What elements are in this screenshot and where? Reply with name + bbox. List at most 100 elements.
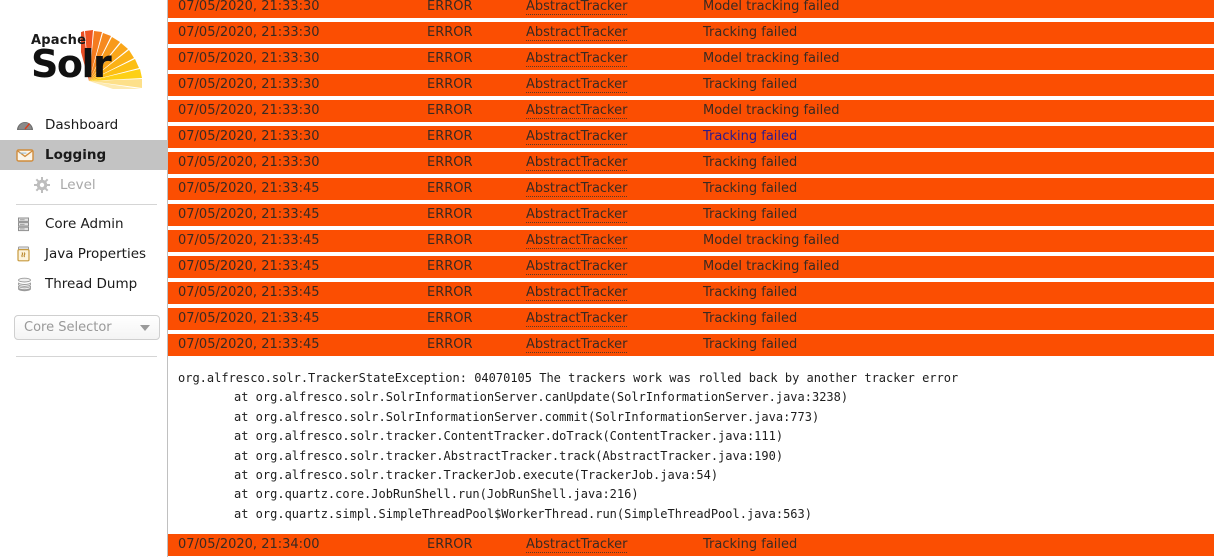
stack-trace-line: at org.alfresco.solr.tracker.AbstractTra… xyxy=(234,448,784,463)
log-level: ERROR xyxy=(427,207,473,222)
stack-trace-line: at org.quartz.simpl.SimpleThreadPool$Wor… xyxy=(234,506,812,521)
log-timestamp: 07/05/2020, 21:33:45 xyxy=(178,207,320,222)
log-row[interactable]: 07/05/2020, 21:33:30 ERROR AbstractTracker… xyxy=(168,74,1214,96)
log-logger-link[interactable]: AbstractTracker xyxy=(526,51,628,67)
sidebar: Apache Solr Dashboard Logging Level Core… xyxy=(0,0,168,557)
logo-solr-text: Solr xyxy=(31,42,112,86)
log-level: ERROR xyxy=(427,537,473,553)
log-row[interactable]: 07/05/2020, 21:33:30 ERROR AbstractTracker… xyxy=(168,100,1214,122)
layers-icon xyxy=(16,275,38,293)
log-logger-link[interactable]: AbstractTracker xyxy=(526,233,628,249)
sidebar-item-dashboard[interactable]: Dashboard xyxy=(0,110,167,140)
log-message[interactable]: Tracking failed xyxy=(703,207,797,222)
log-row[interactable]: 07/05/2020, 21:33:30 ERROR AbstractTracker… xyxy=(168,22,1214,44)
sidebar-item-label: Thread Dump xyxy=(45,276,138,292)
log-message[interactable]: Tracking failed xyxy=(703,337,797,352)
sidebar-item-thread-dump[interactable]: Thread Dump xyxy=(0,269,167,299)
sidebar-item-java-properties[interactable]: Java Properties xyxy=(0,239,167,269)
log-level: ERROR xyxy=(427,181,473,196)
stack-trace-line: at org.alfresco.solr.tracker.TrackerJob.… xyxy=(234,468,719,483)
log-logger-link[interactable]: AbstractTracker xyxy=(526,285,628,301)
log-timestamp: 07/05/2020, 21:33:45 xyxy=(178,311,320,326)
log-row[interactable]: 07/05/2020, 21:33:45 ERROR AbstractTracker… xyxy=(168,282,1214,304)
log-timestamp: 07/05/2020, 21:33:30 xyxy=(178,77,320,92)
log-timestamp: 07/05/2020, 21:34:00 xyxy=(178,537,320,553)
log-row[interactable]: 07/05/2020, 21:33:45 ERROR AbstractTracker… xyxy=(168,308,1214,330)
log-message[interactable]: Model tracking failed xyxy=(703,259,840,274)
log-message[interactable]: Tracking failed xyxy=(703,77,797,92)
log-row[interactable]: 07/05/2020, 21:33:30 ERROR AbstractTracker… xyxy=(168,152,1214,174)
sidebar-item-logging[interactable]: Logging xyxy=(0,140,167,170)
sidebar-bottom-divider xyxy=(16,356,157,357)
log-timestamp: 07/05/2020, 21:33:30 xyxy=(178,129,320,144)
log-level: ERROR xyxy=(427,337,473,352)
log-timestamp: 07/05/2020, 21:33:30 xyxy=(178,155,320,170)
chevron-down-icon xyxy=(140,324,150,331)
log-message[interactable]: Tracking failed xyxy=(703,129,797,144)
log-level: ERROR xyxy=(427,103,473,118)
log-row[interactable]: 07/05/2020, 21:33:45 ERROR AbstractTracker… xyxy=(168,204,1214,226)
log-message[interactable]: Tracking failed xyxy=(703,311,797,326)
core-selector-dropdown[interactable]: Core Selector xyxy=(14,315,160,340)
log-logger-link[interactable]: AbstractTracker xyxy=(526,311,628,327)
sidebar-item-level[interactable]: Level xyxy=(0,170,167,200)
log-timestamp: 07/05/2020, 21:33:45 xyxy=(178,181,320,196)
log-logger-link[interactable]: AbstractTracker xyxy=(526,181,628,197)
log-logger-link[interactable]: AbstractTracker xyxy=(526,259,628,275)
log-message[interactable]: Tracking failed xyxy=(703,537,797,552)
stack-trace: org.alfresco.solr.TrackerStateException:… xyxy=(168,360,1214,535)
log-message[interactable]: Model tracking failed xyxy=(703,0,840,14)
gear-icon xyxy=(34,176,54,194)
sidebar-item-label: Java Properties xyxy=(45,246,147,262)
database-icon xyxy=(16,215,38,233)
log-level: ERROR xyxy=(427,311,473,326)
sidebar-item-label: Dashboard xyxy=(45,117,119,133)
speedometer-icon xyxy=(16,116,38,134)
log-logger-link[interactable]: AbstractTracker xyxy=(526,129,628,145)
log-row[interactable]: 07/05/2020, 21:33:45 ERROR AbstractTracker… xyxy=(168,256,1214,278)
log-row[interactable]: 07/05/2020, 21:33:45 ERROR AbstractTracker… xyxy=(168,230,1214,252)
java-jar-icon xyxy=(16,245,38,263)
solr-logo[interactable]: Apache Solr xyxy=(0,0,167,110)
log-timestamp: 07/05/2020, 21:33:30 xyxy=(178,51,320,66)
log-logger-link[interactable]: AbstractTracker xyxy=(526,77,628,93)
log-message[interactable]: Model tracking failed xyxy=(703,103,840,118)
log-entry-list: 07/05/2020, 21:33:30 ERROR AbstractTracker… xyxy=(168,0,1214,557)
log-logger-link[interactable]: AbstractTracker xyxy=(526,337,628,353)
sidebar-item-core-admin[interactable]: Core Admin xyxy=(0,209,167,239)
log-logger-link[interactable]: AbstractTracker xyxy=(526,155,628,171)
log-message[interactable]: Tracking failed xyxy=(703,181,797,196)
log-level: ERROR xyxy=(427,25,473,40)
log-row[interactable]: 07/05/2020, 21:33:30 ERROR AbstractTracker… xyxy=(168,0,1214,18)
log-row[interactable]: 07/05/2020, 21:34:00 ERROR AbstractTracker… xyxy=(168,534,1214,557)
log-message[interactable]: Tracking failed xyxy=(703,285,797,300)
logging-content: 07/05/2020, 21:33:30 ERROR AbstractTracker… xyxy=(168,0,1214,557)
log-message[interactable]: Tracking failed xyxy=(703,155,797,170)
log-row[interactable]: 07/05/2020, 21:33:30 ERROR AbstractTracker… xyxy=(168,48,1214,70)
stack-trace-line: at org.alfresco.solr.SolrInformationServ… xyxy=(234,409,820,424)
log-timestamp: 07/05/2020, 21:33:30 xyxy=(178,25,320,40)
log-logger-link[interactable]: AbstractTracker xyxy=(526,25,628,41)
sidebar-item-label: Level xyxy=(60,177,96,193)
stack-trace-line: at org.quartz.core.JobRunShell.run(JobRu… xyxy=(234,487,639,502)
log-row[interactable]: 07/05/2020, 21:33:45 ERROR AbstractTracker… xyxy=(168,178,1214,200)
stack-trace-line: at org.alfresco.solr.tracker.ContentTrac… xyxy=(234,429,784,444)
log-message[interactable]: Model tracking failed xyxy=(703,233,840,248)
sidebar-divider xyxy=(16,204,157,205)
core-selector-label: Core Selector xyxy=(24,320,112,335)
log-logger-link[interactable]: AbstractTracker xyxy=(526,537,628,554)
sidebar-item-label: Core Admin xyxy=(45,216,124,232)
log-timestamp: 07/05/2020, 21:33:45 xyxy=(178,259,320,274)
log-logger-link[interactable]: AbstractTracker xyxy=(526,207,628,223)
log-row[interactable]: 07/05/2020, 21:33:45 ERROR AbstractTracker… xyxy=(168,334,1214,356)
sidebar-item-label: Logging xyxy=(45,147,107,163)
stack-trace-line: org.alfresco.solr.TrackerStateException:… xyxy=(178,371,959,385)
solr-admin-page: Apache Solr Dashboard Logging Level Core… xyxy=(0,0,1214,557)
log-timestamp: 07/05/2020, 21:33:30 xyxy=(178,0,320,14)
log-logger-link[interactable]: AbstractTracker xyxy=(526,0,628,15)
log-level: ERROR xyxy=(427,129,473,144)
log-message[interactable]: Model tracking failed xyxy=(703,51,840,66)
log-message[interactable]: Tracking failed xyxy=(703,25,797,40)
log-logger-link[interactable]: AbstractTracker xyxy=(526,103,628,119)
log-row[interactable]: 07/05/2020, 21:33:30 ERROR AbstractTracker… xyxy=(168,126,1214,148)
